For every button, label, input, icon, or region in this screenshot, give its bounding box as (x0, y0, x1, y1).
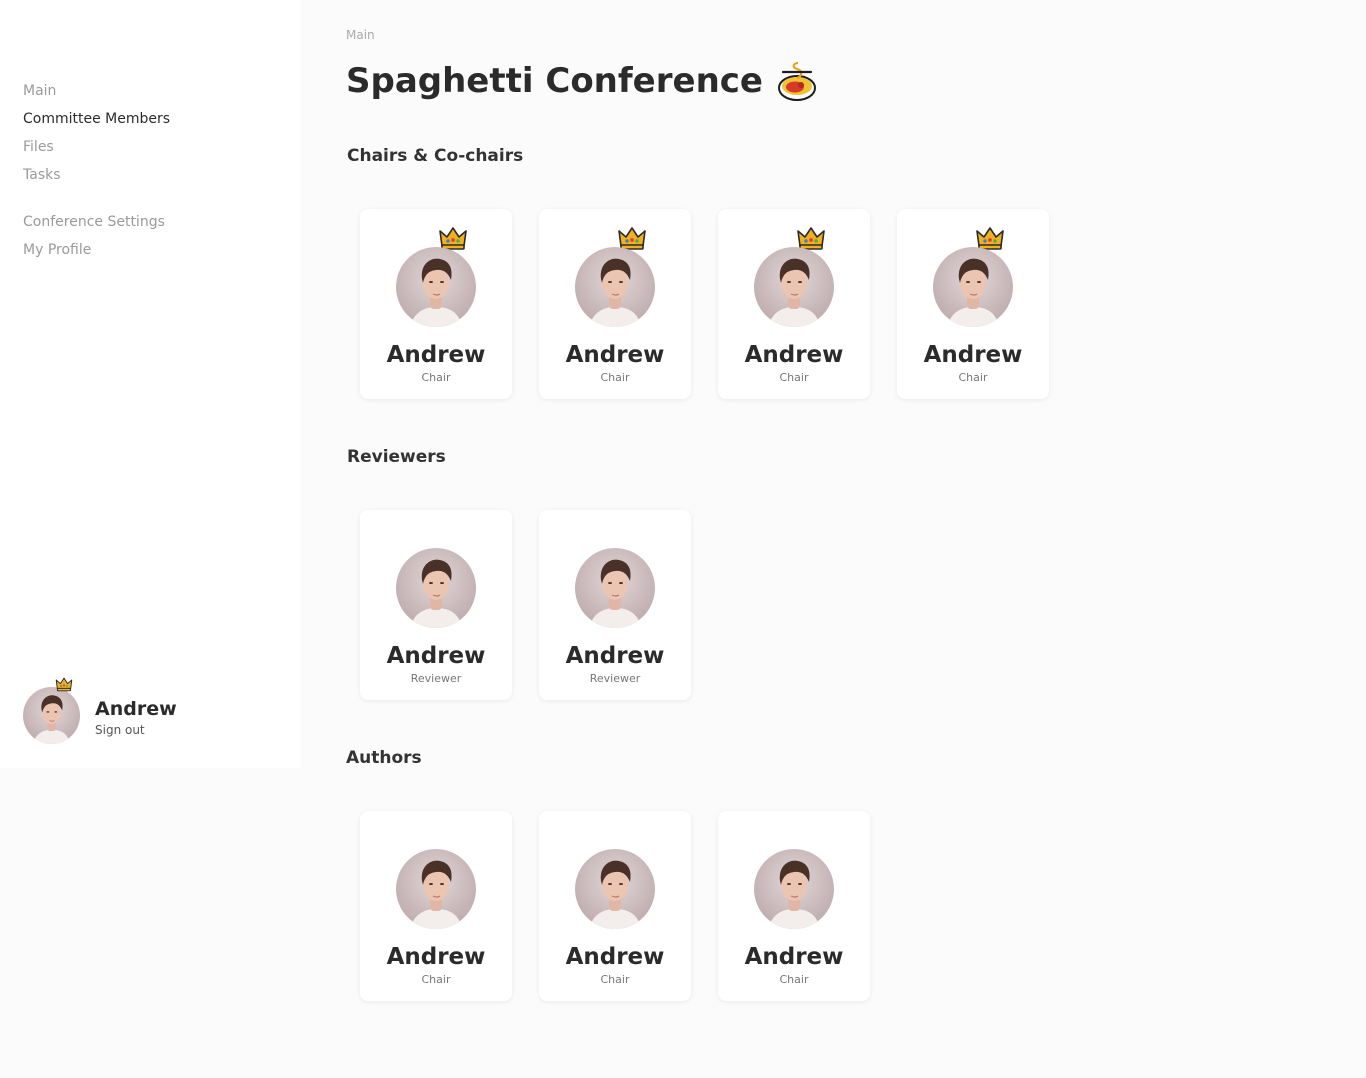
avatar (575, 548, 655, 628)
member-role: Chair (421, 973, 451, 986)
member-role: Chair (600, 371, 630, 384)
avatar (933, 247, 1013, 327)
user-name: Andrew (95, 698, 177, 720)
page-title-text: Spaghetti Conference (346, 61, 763, 101)
member-role: Chair (421, 371, 451, 384)
member-role: Chair (600, 973, 630, 986)
sidebar-item-conference-settings[interactable]: Conference Settings (23, 213, 165, 241)
sidebar-item-files[interactable]: Files (23, 138, 170, 166)
member-role: Reviewer (589, 672, 641, 685)
sidebar-item-committee-members[interactable]: Committee Members (23, 110, 170, 138)
member-card[interactable]: Andrew Chair (718, 209, 870, 399)
sidebar-nav-primary: Main Committee Members Files Tasks (23, 82, 170, 194)
avatar (754, 247, 834, 327)
member-card[interactable]: Andrew Chair (360, 209, 512, 399)
member-name: Andrew (386, 643, 486, 669)
spaghetti-bowl-icon (777, 60, 817, 102)
sidebar-item-my-profile[interactable]: My Profile (23, 241, 165, 269)
member-card[interactable]: Andrew Chair (897, 209, 1049, 399)
member-card[interactable]: Andrew Reviewer (360, 510, 512, 700)
main-content: Main Spaghetti Conference Chairs & Co-ch… (346, 0, 1346, 1078)
member-card[interactable]: Andrew Chair (360, 811, 512, 1001)
sign-out-link[interactable]: Sign out (95, 723, 145, 737)
member-name: Andrew (744, 342, 844, 368)
sidebar-nav-secondary: Conference Settings My Profile (23, 213, 165, 269)
page-title: Spaghetti Conference (346, 60, 817, 102)
sidebar: Main Committee Members Files Tasks Confe… (0, 0, 301, 768)
avatar (575, 849, 655, 929)
member-cards-reviewers: Andrew Reviewer Andrew Reviewer (360, 510, 718, 700)
sidebar-item-main[interactable]: Main (23, 82, 170, 110)
member-name: Andrew (565, 643, 665, 669)
member-role: Chair (779, 973, 809, 986)
member-cards-authors: Andrew Chair Andrew Chair Andrew Chair (360, 811, 897, 1001)
crown-icon (55, 677, 73, 692)
avatar[interactable] (23, 687, 80, 744)
member-role: Chair (779, 371, 809, 384)
member-name: Andrew (923, 342, 1023, 368)
member-role: Reviewer (410, 672, 462, 685)
section-title-reviewers: Reviewers (347, 447, 446, 467)
member-name: Andrew (565, 342, 665, 368)
section-title-chairs: Chairs & Co-chairs (347, 146, 524, 166)
member-role: Chair (958, 371, 988, 384)
member-name: Andrew (386, 944, 486, 970)
current-user: Andrew Sign out (23, 677, 283, 747)
avatar (754, 849, 834, 929)
member-name: Andrew (565, 944, 665, 970)
avatar (575, 247, 655, 327)
section-title-authors: Authors (346, 748, 422, 768)
member-card[interactable]: Andrew Chair (539, 811, 691, 1001)
avatar (396, 548, 476, 628)
member-card[interactable]: Andrew Chair (539, 209, 691, 399)
avatar (396, 247, 476, 327)
sidebar-item-tasks[interactable]: Tasks (23, 166, 170, 194)
member-name: Andrew (386, 342, 486, 368)
avatar (396, 849, 476, 929)
member-cards-chairs: Andrew Chair Andrew Chair Andrew Chair A… (360, 209, 1076, 399)
member-card[interactable]: Andrew Chair (718, 811, 870, 1001)
member-card[interactable]: Andrew Reviewer (539, 510, 691, 700)
breadcrumb[interactable]: Main (346, 28, 375, 42)
member-name: Andrew (744, 944, 844, 970)
